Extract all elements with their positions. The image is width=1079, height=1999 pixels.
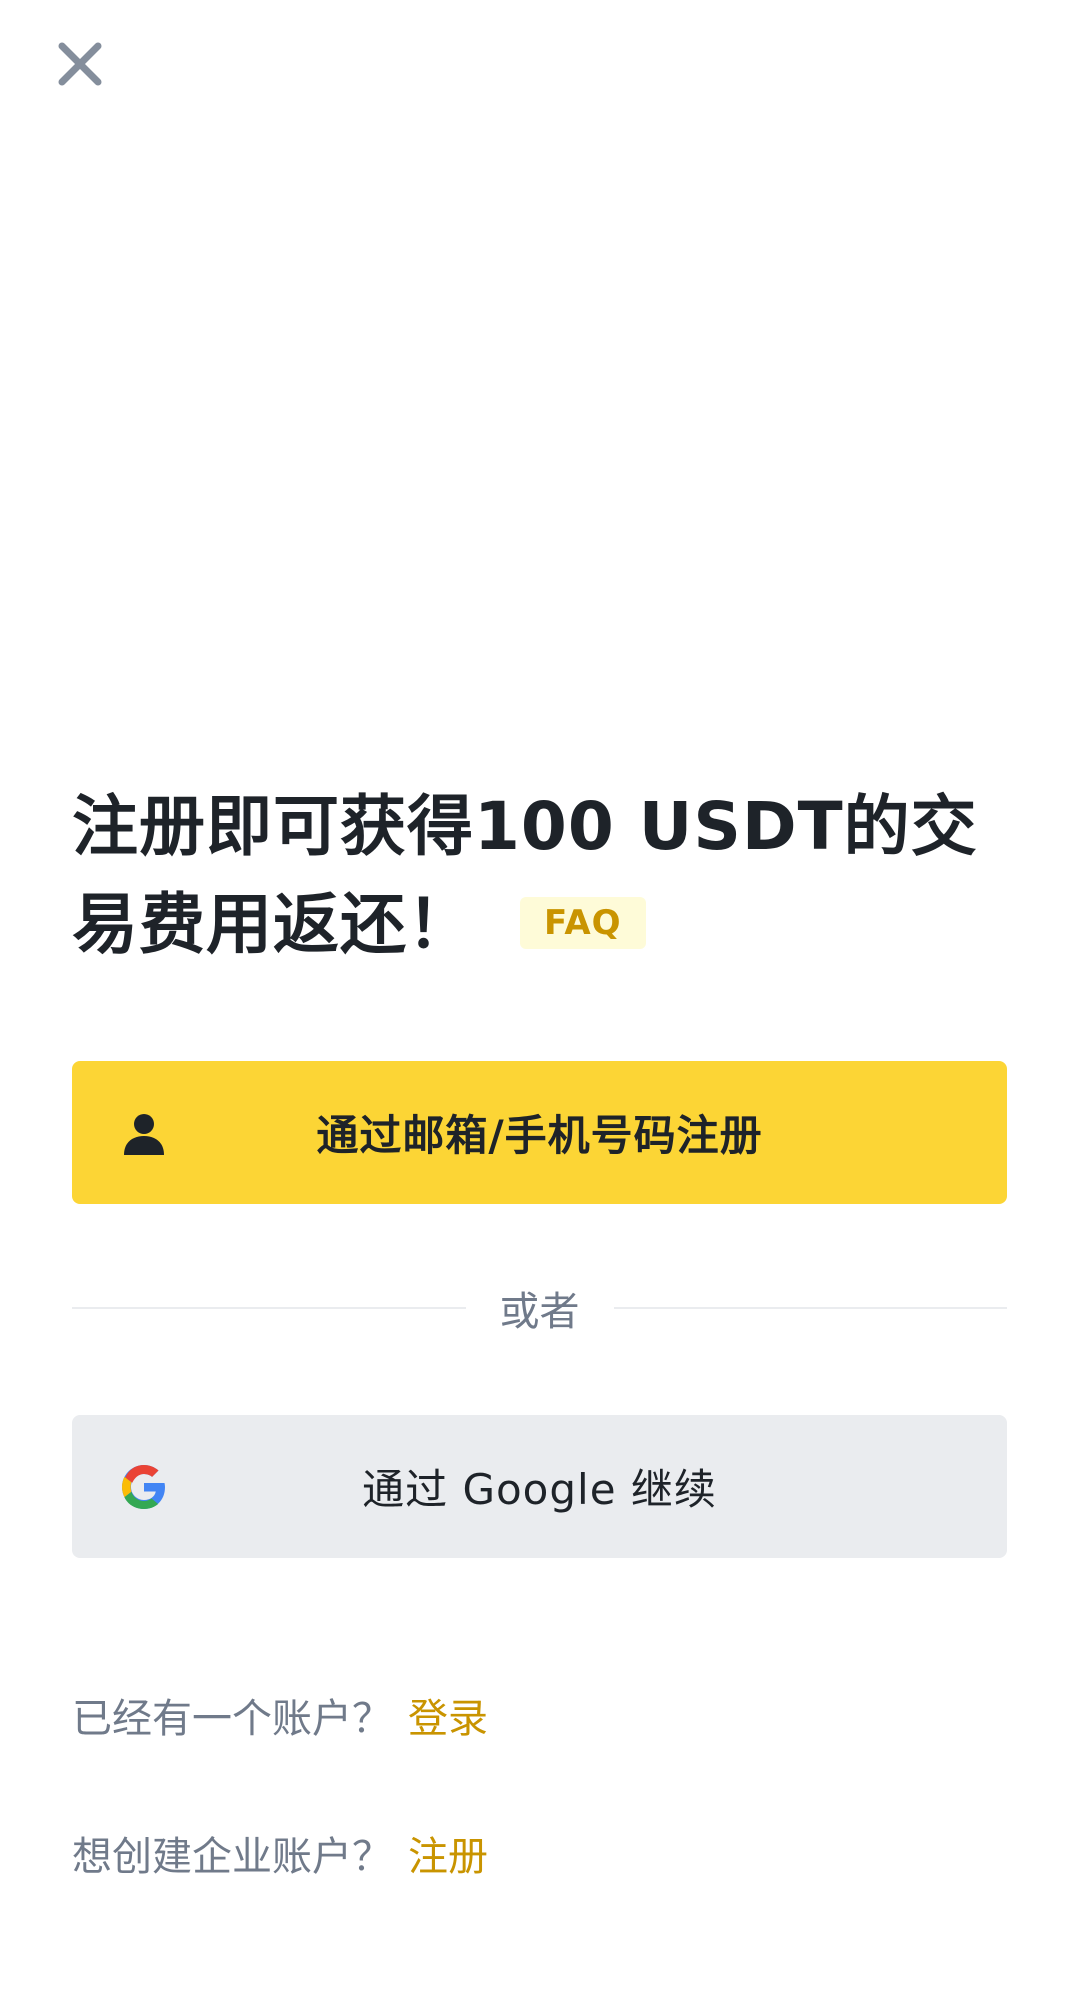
divider-line-right bbox=[613, 1307, 1007, 1309]
business-register-link[interactable]: 注册 bbox=[408, 1834, 488, 1880]
login-row: 已经有一个账户？ 登录 bbox=[72, 1686, 488, 1744]
login-link[interactable]: 登录 bbox=[408, 1696, 488, 1742]
close-button[interactable] bbox=[54, 38, 106, 90]
register-button-label: 通过邮箱/手机号码注册 bbox=[316, 1111, 763, 1160]
user-icon bbox=[118, 1107, 170, 1159]
google-button-label: 通过 Google 继续 bbox=[362, 1465, 717, 1514]
close-icon bbox=[58, 42, 102, 86]
page-title: 注册即可获得100 USDT的交易费用返还！ FAQ bbox=[72, 778, 1012, 974]
register-email-phone-button[interactable]: 通过邮箱/手机号码注册 bbox=[72, 1061, 1007, 1204]
google-continue-button[interactable]: 通过 Google 继续 bbox=[72, 1415, 1007, 1558]
faq-link[interactable]: FAQ bbox=[520, 896, 646, 949]
divider-label: 或者 bbox=[499, 1289, 580, 1335]
google-icon bbox=[118, 1461, 170, 1513]
login-prompt: 已经有一个账户？ bbox=[72, 1696, 392, 1742]
or-divider: 或者 bbox=[72, 1280, 1007, 1336]
business-account-row: 想创建企业账户？ 注册 bbox=[72, 1824, 488, 1882]
divider-line-left bbox=[72, 1307, 466, 1309]
business-prompt: 想创建企业账户？ bbox=[72, 1834, 392, 1880]
